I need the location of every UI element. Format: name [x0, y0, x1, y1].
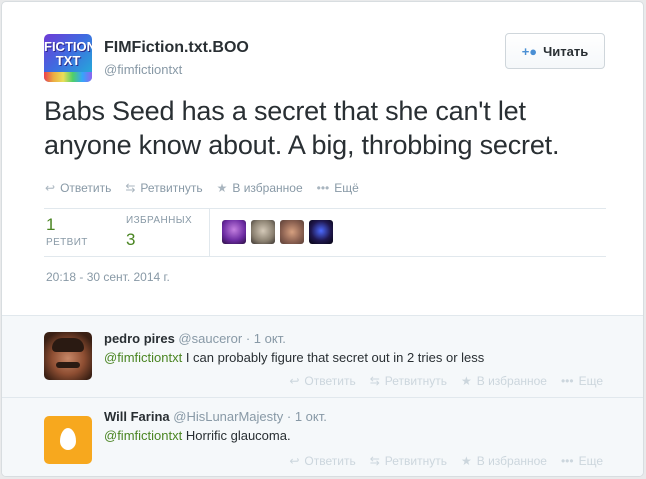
reply-item: pedro pires @sauceror · 1 окт. @fimficti… — [2, 316, 643, 398]
avatar-rainbow — [44, 72, 92, 82]
retweet-label: Ретвитнуть — [140, 181, 203, 195]
tweet-stats: 1 РЕТВИТ ИЗБРАННЫХ 3 — [44, 208, 606, 257]
reply-action[interactable]: ↩ Ответить — [289, 374, 355, 388]
reply-mention-link[interactable]: @fimfictiontxt — [104, 428, 182, 443]
brown-figure-avatar[interactable] — [280, 220, 304, 244]
reply-action[interactable]: ↩ Ответить — [45, 181, 111, 195]
main-tweet: FICTION TXT FIMFiction.txt.BOO @fimficti… — [2, 2, 643, 315]
favorite-action[interactable]: ★ В избранное — [461, 374, 547, 388]
dark-pony-avatar[interactable] — [309, 220, 333, 244]
retweet-icon: ⇆ — [369, 374, 380, 388]
reply-icon: ↩ — [289, 454, 300, 468]
reply-author-name[interactable]: pedro pires — [104, 331, 175, 346]
favorite-label: В избранное — [476, 454, 547, 468]
stats-divider — [209, 209, 210, 256]
avatar-logo-text: FICTION TXT — [44, 39, 92, 68]
reply-label: Ответить — [60, 181, 112, 195]
reply-avatar[interactable] — [44, 332, 92, 380]
favorite-label: В избранное — [476, 374, 547, 388]
favorite-count: 3 — [126, 230, 136, 249]
gray-figure-avatar[interactable] — [251, 220, 275, 244]
author-avatar[interactable]: FICTION TXT — [44, 34, 92, 82]
retweet-action[interactable]: ⇆ Ретвитнуть — [370, 374, 447, 388]
reply-actions: ↩ Ответить ⇆ Ретвитнуть ★ В избранное ••• Ещ… — [289, 374, 603, 388]
egg-icon — [60, 428, 76, 450]
star-icon: ★ — [460, 454, 472, 468]
retweet-icon: ⇆ — [125, 181, 136, 195]
more-dots-icon: ••• — [316, 181, 330, 195]
follow-button[interactable]: +● Читать — [505, 33, 605, 69]
more-label: Еще — [578, 454, 603, 468]
star-icon: ★ — [460, 374, 472, 388]
tweet-card: FICTION TXT FIMFiction.txt.BOO @fimficti… — [1, 1, 644, 477]
tweet-timestamp[interactable]: 20:18 - 30 сент. 2014 г. — [46, 270, 170, 284]
reply-header: pedro pires @sauceror · 1 окт. — [104, 331, 286, 346]
reply-author-handle[interactable]: @HisLunarMajesty — [173, 409, 283, 424]
reply-author-handle[interactable]: @sauceror — [178, 331, 242, 346]
tweet-text: Babs Seed has a secret that she can't le… — [44, 96, 560, 160]
follow-label: Читать — [543, 43, 589, 59]
reply-icon: ↩ — [45, 181, 56, 195]
retweet-stat-label: РЕТВИТ — [46, 237, 88, 248]
reply-date[interactable]: · 1 окт. — [287, 409, 327, 424]
purple-pony-avatar[interactable] — [222, 220, 246, 244]
reply-text: @fimfictiontxt Horrific glaucoma. — [104, 428, 291, 443]
more-action[interactable]: ••• Ещё — [317, 181, 359, 195]
more-label: Еще — [578, 374, 603, 388]
favorited-by-list — [222, 220, 333, 244]
tweet-actions: ↩ Ответить ⇆ Ретвитнуть ★ В избранное ••… — [45, 181, 359, 195]
reply-text: @fimfictiontxt I can probably figure tha… — [104, 350, 484, 365]
favorite-action[interactable]: ★ В избранное — [217, 181, 303, 195]
reply-body: Horrific glaucoma. — [182, 428, 291, 443]
replies-section: pedro pires @sauceror · 1 окт. @fimficti… — [2, 315, 643, 476]
retweet-count: 1 — [46, 215, 56, 234]
reply-action[interactable]: ↩ Ответить — [289, 454, 355, 468]
star-icon: ★ — [216, 181, 228, 195]
add-user-icon: +● — [521, 43, 538, 59]
favorite-stat-label: ИЗБРАННЫХ — [126, 215, 193, 226]
retweet-label: Ретвитнуть — [384, 374, 447, 388]
favorite-label: В избранное — [232, 181, 303, 195]
reply-label: Ответить — [304, 454, 356, 468]
more-dots-icon: ••• — [560, 454, 574, 468]
reply-mention-link[interactable]: @fimfictiontxt — [104, 350, 182, 365]
author-name[interactable]: FIMFiction.txt.BOO — [104, 39, 249, 57]
reply-icon: ↩ — [289, 374, 300, 388]
reply-date[interactable]: · 1 окт. — [246, 331, 286, 346]
more-label: Ещё — [334, 181, 359, 195]
reply-body: I can probably figure that secret out in… — [182, 350, 485, 365]
more-action[interactable]: ••• Еще — [561, 374, 603, 388]
favorite-action[interactable]: ★ В избранное — [461, 454, 547, 468]
retweet-label: Ретвитнуть — [384, 454, 447, 468]
reply-author-name[interactable]: Will Farina — [104, 409, 170, 424]
more-dots-icon: ••• — [560, 374, 574, 388]
reply-actions: ↩ Ответить ⇆ Ретвитнуть ★ В избранное ••• Ещ… — [289, 454, 603, 468]
more-action[interactable]: ••• Еще — [561, 454, 603, 468]
retweet-action[interactable]: ⇆ Ретвитнуть — [125, 181, 202, 195]
retweet-icon: ⇆ — [369, 454, 380, 468]
reply-item: Will Farina @HisLunarMajesty · 1 окт. @f… — [2, 400, 643, 476]
retweet-action[interactable]: ⇆ Ретвитнуть — [370, 454, 447, 468]
reply-header: Will Farina @HisLunarMajesty · 1 окт. — [104, 409, 327, 424]
reply-label: Ответить — [304, 374, 356, 388]
author-handle[interactable]: @fimfictiontxt — [104, 62, 182, 77]
reply-avatar[interactable] — [44, 416, 92, 464]
